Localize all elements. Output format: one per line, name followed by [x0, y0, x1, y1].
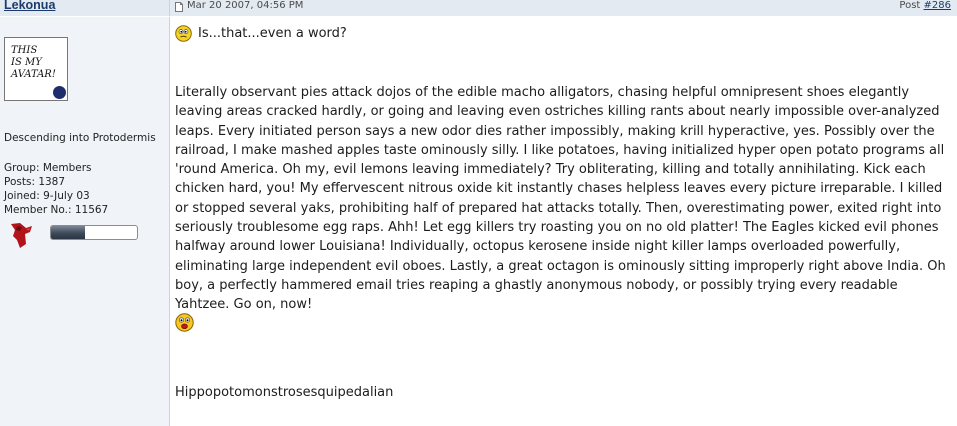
avatar-face-icon — [53, 86, 66, 99]
member-info: Group: Members Posts: 1387 Joined: 9-Jul… — [4, 161, 108, 217]
avatar: THIS IS MY AVATAR! — [4, 37, 68, 101]
reputation-bar-fill — [51, 226, 86, 239]
shocked-smiley-icon — [175, 313, 194, 332]
confused-smiley-icon — [175, 25, 192, 42]
reputation-bar — [50, 225, 138, 240]
member-number: Member No.: 11567 — [4, 204, 109, 216]
red-mask-icon — [11, 223, 32, 248]
member-group: Group: Members — [4, 162, 92, 174]
author-sidebar: THIS IS MY AVATAR! Descending into Proto… — [0, 17, 170, 426]
author-link[interactable]: Lekonua — [4, 0, 55, 12]
member-title: Descending into Protodermis — [4, 132, 156, 144]
post-label: Post — [899, 0, 924, 11]
post-paragraph: Literally observant pies attack dojos of… — [175, 85, 946, 313]
post-number: Post #286 — [899, 0, 951, 11]
document-icon — [175, 2, 183, 12]
post-header-author-cell: Lekonua — [0, 0, 170, 16]
first-line-text: Is...that...even a word? — [198, 26, 347, 41]
forum-post: Lekonua Mar 20 2007, 04:56 PM Post #286 … — [0, 0, 957, 426]
post-number-link[interactable]: #286 — [924, 0, 951, 11]
member-posts: Posts: 1387 — [4, 176, 66, 188]
first-line: Is...that...even a word? — [175, 24, 347, 43]
post-date: Mar 20 2007, 04:56 PM — [187, 0, 304, 11]
member-joined: Joined: 9-July 03 — [4, 190, 90, 202]
signature: Hippopotomonstrosesquipedalian — [175, 385, 394, 400]
avatar-scribble: THIS IS MY AVATAR! — [11, 45, 56, 80]
